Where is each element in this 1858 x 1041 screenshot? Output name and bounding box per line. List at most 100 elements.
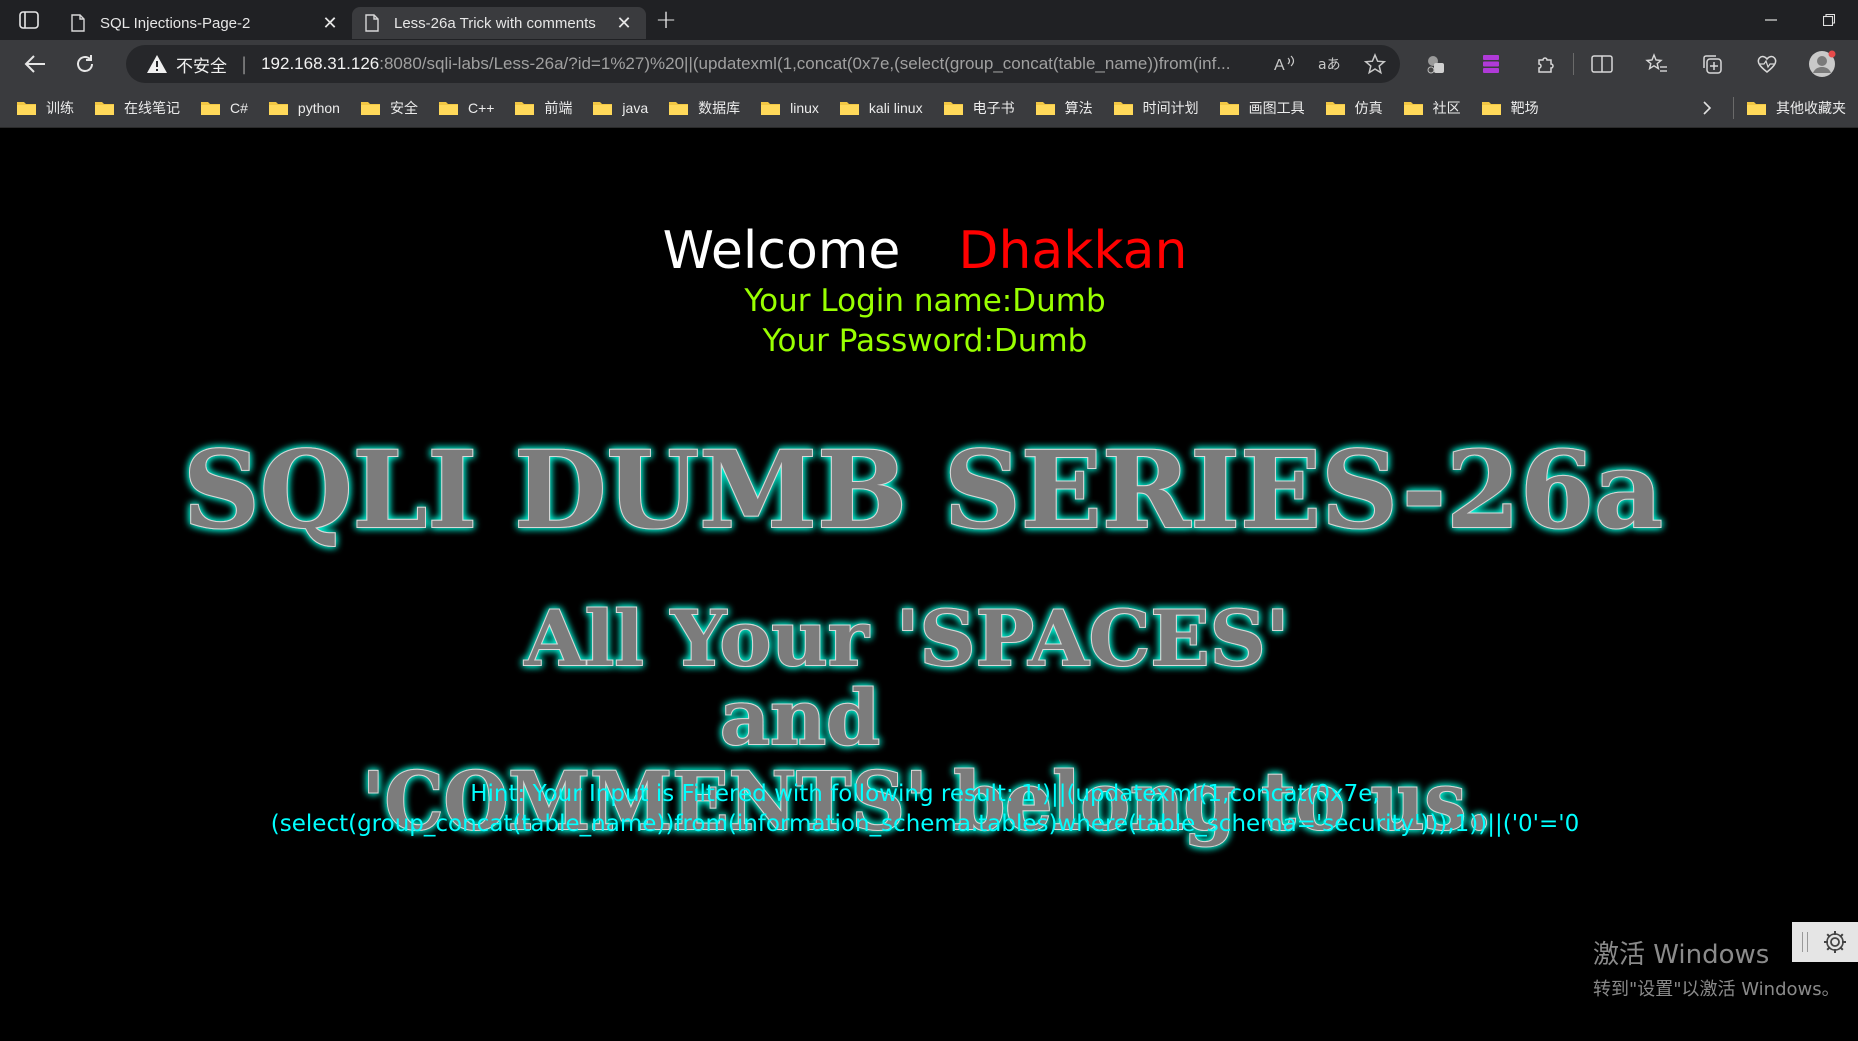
close-tab-icon[interactable]: ✕ — [320, 13, 340, 33]
bookmark-folder[interactable]: 前端 — [514, 88, 572, 128]
bookmark-folder[interactable]: python — [268, 88, 340, 128]
favorite-star-icon[interactable] — [1364, 53, 1386, 75]
bookmark-folder[interactable]: 安全 — [360, 88, 418, 128]
folder-icon — [268, 101, 288, 115]
reload-button[interactable] — [60, 40, 110, 88]
close-tab-icon[interactable]: ✕ — [614, 13, 634, 33]
bookmark-folder[interactable]: 数据库 — [668, 88, 740, 128]
folder-icon — [1035, 101, 1055, 115]
bookmark-folder[interactable]: kali linux — [839, 88, 923, 128]
bookmark-label: 训练 — [46, 99, 74, 116]
bookmarks-divider — [1733, 97, 1734, 119]
url-text[interactable]: 192.168.31.126:8080/sqli-labs/Less-26a/?… — [261, 54, 1261, 74]
bookmark-label: 仿真 — [1354, 99, 1383, 116]
bookmark-label: 电子书 — [972, 99, 1015, 116]
bookmark-folder[interactable]: C# — [200, 88, 248, 128]
new-tab-button[interactable]: + — [646, 0, 686, 40]
bookmarks-bar: 训练 在线笔记 C# python 安全 C++ 前端 java 数据库 linux kali li… — [0, 88, 1858, 128]
bookmark-label: 靶场 — [1510, 99, 1539, 116]
tab-less-26a[interactable]: Less-26a Trick with comments ✕ — [352, 7, 646, 39]
bookmark-label: 画图工具 — [1248, 99, 1305, 116]
collections-button[interactable] — [1684, 40, 1739, 88]
bookmark-folder[interactable]: 时间计划 — [1113, 88, 1199, 128]
folder-icon — [943, 101, 963, 115]
svg-text:aあ: aあ — [1318, 57, 1341, 73]
bookmark-label: kali linux — [868, 99, 923, 116]
extension-bottle-icon — [1427, 56, 1444, 74]
extensions-button[interactable] — [1518, 40, 1573, 88]
folder-icon — [515, 101, 535, 115]
profile-button[interactable] — [1794, 40, 1849, 88]
folder-icon — [17, 101, 36, 115]
translate-icon[interactable]: aあ — [1318, 54, 1342, 74]
bookmark-folder[interactable]: 在线笔记 — [94, 88, 180, 128]
tab-actions-button[interactable] — [0, 0, 58, 40]
drag-handle-icon[interactable] — [1802, 932, 1808, 952]
bookmark-folder[interactable]: C++ — [438, 88, 494, 128]
window-controls — [1742, 0, 1858, 40]
bookmark-folder[interactable]: 社区 — [1403, 88, 1461, 128]
minimize-icon — [1765, 19, 1777, 21]
split-screen-icon — [1590, 55, 1613, 73]
bookmark-label: python — [297, 99, 340, 116]
banner-title: SQLI DUMB SERIES-26a — [183, 427, 1663, 552]
hint-line-2: (select(group_concat(table_name))from(in… — [270, 811, 1580, 837]
bookmark-label: C# — [230, 99, 248, 116]
bookmark-folder[interactable]: 仿真 — [1325, 88, 1383, 128]
more-bookmarks-button[interactable] — [1687, 88, 1727, 128]
hint-line-1: Hint: Your Input is Filtered with follow… — [470, 781, 1380, 807]
folder-icon — [761, 101, 781, 115]
split-screen-button[interactable] — [1574, 40, 1629, 88]
banner-line-2: and — [720, 673, 880, 762]
gear-icon — [1824, 931, 1846, 953]
bookmark-label: 在线笔记 — [124, 99, 180, 116]
folder-icon — [1325, 101, 1345, 115]
bookmark-folder[interactable]: java — [592, 88, 648, 128]
bookmark-folder[interactable]: linux — [760, 88, 819, 128]
tab-sql-injections[interactable]: SQL Injections-Page-2 ✕ — [58, 7, 352, 39]
page-settings-button[interactable] — [1792, 922, 1858, 962]
bookmark-label: 算法 — [1064, 99, 1093, 116]
bookmark-folder[interactable]: 算法 — [1035, 88, 1093, 128]
bookmarks-overflow-area: 其他收藏夹 — [1687, 88, 1858, 128]
tab-strip: SQL Injections-Page-2 ✕ Less-26a Trick w… — [0, 0, 1858, 40]
browser-essentials-button[interactable] — [1739, 40, 1794, 88]
back-button[interactable] — [10, 40, 60, 88]
tab-title: Less-26a Trick with comments — [394, 14, 596, 32]
page-icon — [365, 14, 379, 32]
bookmark-folder[interactable]: 训练 — [16, 88, 74, 128]
security-label[interactable]: 不安全 — [176, 52, 227, 77]
bookmark-label: 其他收藏夹 — [1776, 100, 1846, 116]
bookmark-label: 社区 — [1432, 99, 1461, 116]
chevron-right-icon — [1703, 101, 1712, 115]
folder-icon — [360, 101, 380, 115]
restore-button[interactable] — [1800, 0, 1858, 40]
server-icon — [1482, 55, 1499, 73]
address-bar-actions: A aあ — [1274, 45, 1386, 83]
avatar-icon — [1808, 50, 1835, 77]
folder-icon — [593, 101, 613, 115]
address-separator: | — [241, 53, 248, 75]
url-path: :8080/sqli-labs/Less-26a/?id=1%27)%20||(… — [379, 54, 1231, 73]
bookmark-label: 安全 — [389, 99, 418, 116]
reload-icon — [77, 55, 93, 72]
minimize-button[interactable] — [1742, 0, 1800, 40]
bookmark-label: linux — [790, 99, 819, 116]
read-aloud-icon[interactable]: A — [1274, 54, 1296, 74]
address-bar[interactable]: 不安全 | 192.168.31.126:8080/sqli-labs/Less… — [126, 45, 1400, 83]
favorites-button[interactable] — [1629, 40, 1684, 88]
bookmark-folder[interactable]: 画图工具 — [1219, 88, 1305, 128]
folder-icon — [1747, 102, 1766, 115]
banner-line-1: All Your 'SPACES' — [523, 594, 1289, 683]
other-bookmarks-folder[interactable]: 其他收藏夹 — [1746, 88, 1846, 128]
folder-icon — [201, 101, 220, 115]
collections-icon — [1702, 55, 1722, 74]
bookmark-folder[interactable]: 电子书 — [943, 88, 1015, 128]
folder-icon — [1481, 101, 1501, 115]
url-host: 192.168.31.126 — [261, 54, 380, 73]
extension-button[interactable] — [1408, 40, 1463, 88]
vpn-extension-button[interactable] — [1463, 40, 1518, 88]
bookmark-folder[interactable]: 靶场 — [1481, 88, 1539, 128]
banner-graphic: SQLI DUMB SERIES-26a All Your 'SPACES' a… — [182, 426, 1664, 849]
back-arrow-icon — [24, 55, 45, 73]
